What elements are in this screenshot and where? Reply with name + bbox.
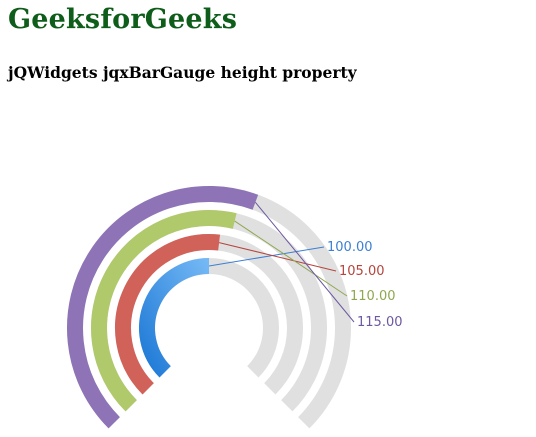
gauge-value-label-3: 110.00: [350, 289, 396, 304]
gauge-value-label-4: 115.00: [357, 315, 403, 330]
gauge-value-label-2: 105.00: [339, 264, 385, 279]
gauge-bar-1: [139, 258, 210, 378]
bar-gauge: 100.00 105.00 110.00 115.00: [67, 186, 403, 429]
gauge-value-label-1: 100.00: [327, 240, 373, 255]
gauge-bars: [67, 186, 259, 429]
